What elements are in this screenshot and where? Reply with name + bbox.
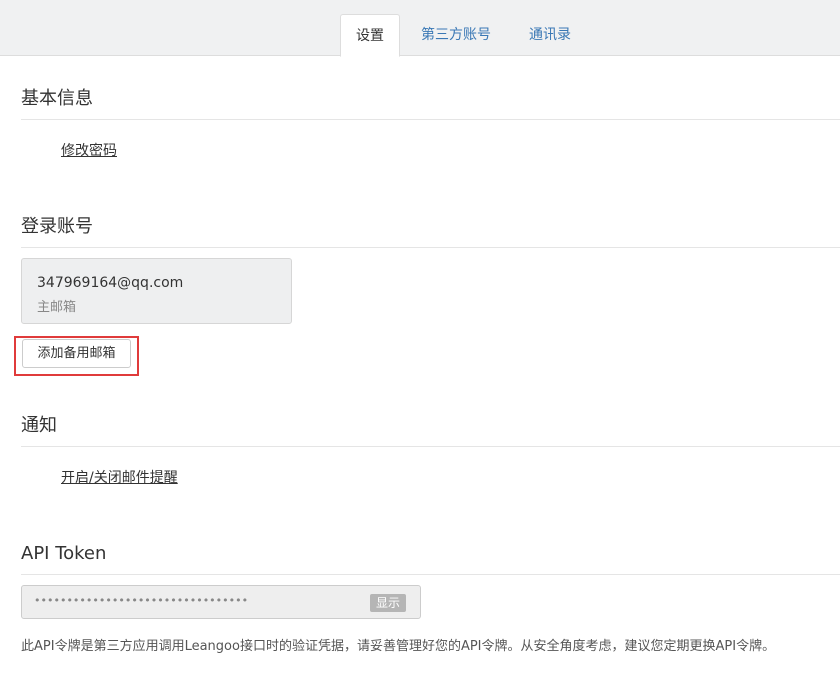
add-backup-email-button[interactable]: 添加备用邮箱	[22, 339, 131, 368]
account-email: 347969164@qq.com	[37, 275, 184, 291]
divider	[21, 574, 840, 575]
notification-title: 通知	[21, 415, 57, 436]
tab-third-party-accounts[interactable]: 第三方账号	[410, 14, 502, 56]
account-card: 347969164@qq.com 主邮箱	[21, 258, 292, 324]
divider	[21, 247, 840, 248]
account-email-type: 主邮箱	[37, 300, 77, 315]
toggle-email-notification-link[interactable]: 开启/关闭邮件提醒	[61, 469, 178, 487]
divider	[21, 119, 840, 120]
api-token-title: API Token	[21, 543, 107, 564]
api-token-note: 此API令牌是第三方应用调用Leangoo接口时的验证凭据，请妥善管理好您的AP…	[21, 639, 776, 654]
login-account-title: 登录账号	[21, 216, 93, 237]
api-token-field[interactable]: ••••••••••••••••••••••••••••••••• 显示	[21, 585, 421, 619]
divider	[21, 446, 840, 447]
tab-contacts[interactable]: 通讯录	[518, 14, 582, 56]
basic-info-title: 基本信息	[21, 88, 93, 109]
tab-bar: 设置 第三方账号 通讯录	[0, 0, 840, 57]
change-password-link[interactable]: 修改密码	[61, 142, 117, 160]
show-token-button[interactable]: 显示	[370, 594, 406, 612]
tab-settings[interactable]: 设置	[340, 14, 400, 57]
settings-page: 设置 第三方账号 通讯录 基本信息 修改密码 登录账号 347969164@qq…	[0, 0, 840, 698]
api-token-masked-value: •••••••••••••••••••••••••••••••••	[34, 594, 249, 607]
